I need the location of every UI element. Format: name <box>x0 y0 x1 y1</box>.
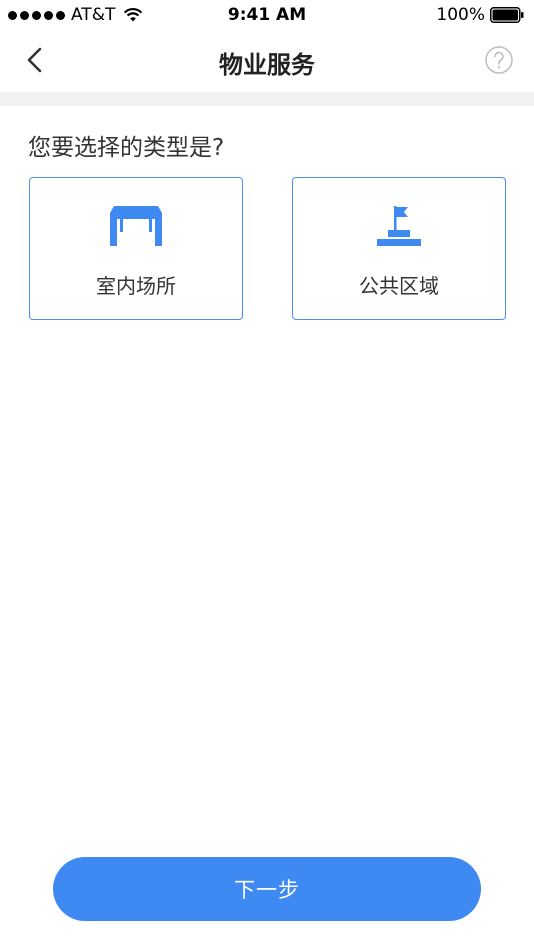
option-public-label: 公共区域 <box>359 274 439 298</box>
flag-podium-icon <box>377 206 421 246</box>
option-indoor-label: 室内场所 <box>96 274 176 298</box>
battery-icon <box>490 7 524 23</box>
question-heading: 您要选择的类型是? <box>28 135 225 161</box>
table-icon <box>110 206 162 246</box>
status-right: 100% <box>436 5 524 25</box>
page-title: 物业服务 <box>219 51 315 79</box>
screen: AT&T 9:41 AM 100% 物业服务 您要选择的类型是? 室内场所 公共… <box>0 0 534 950</box>
nav-bar: 物业服务 <box>0 30 534 92</box>
option-public-card[interactable]: 公共区域 <box>292 177 506 320</box>
battery-percent: 100% <box>436 5 485 25</box>
question-circle-icon[interactable] <box>484 45 514 75</box>
section-divider <box>0 92 534 106</box>
next-step-button[interactable]: 下一步 <box>53 857 481 921</box>
option-indoor-card[interactable]: 室内场所 <box>29 177 243 320</box>
status-bar: AT&T 9:41 AM 100% <box>0 0 534 30</box>
